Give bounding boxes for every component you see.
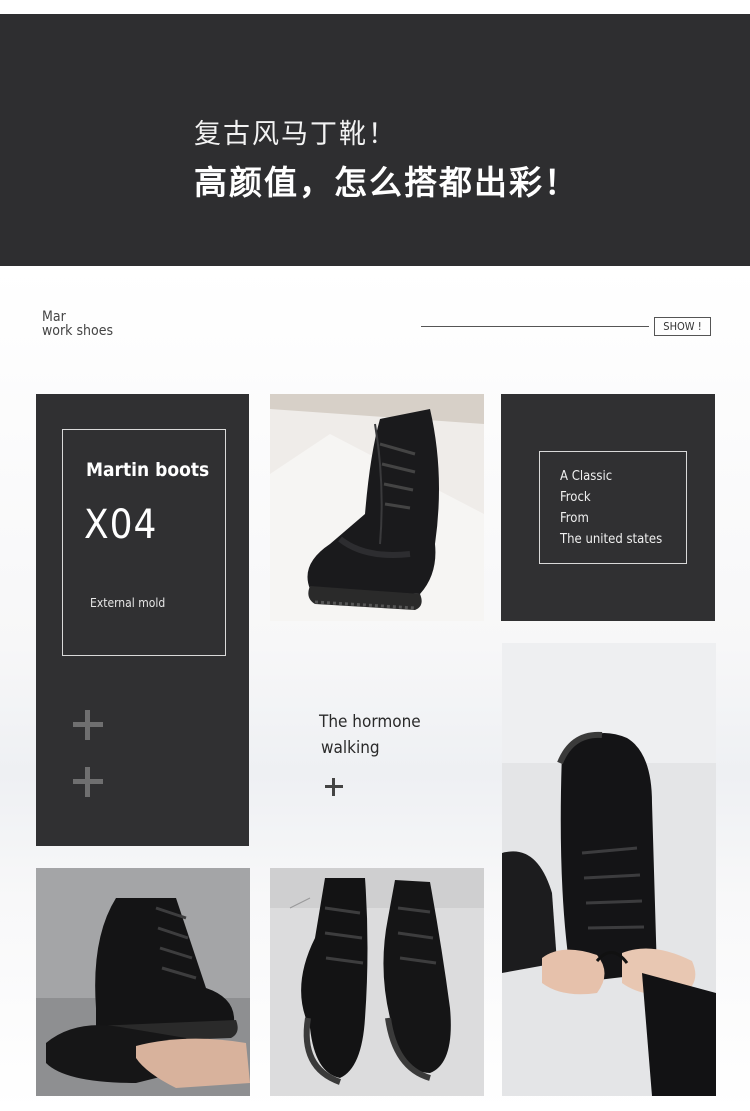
card-caption: External mold — [90, 596, 166, 610]
divider-line — [421, 326, 649, 327]
model-code: X04 — [84, 502, 158, 548]
boot-photo-lacing — [502, 643, 716, 1096]
boot-photo-hand — [36, 868, 250, 1096]
card-title: Martin boots — [86, 459, 210, 481]
boot-photo-top — [270, 394, 484, 621]
card-frame — [539, 451, 687, 564]
section-subtitle-line1: Mar — [42, 309, 66, 325]
plus-icon — [73, 710, 103, 740]
banner-subheadline: 高颜值，怎么搭都出彩！ — [194, 163, 579, 202]
card-line-4: The united states — [560, 532, 663, 547]
show-badge: SHOW ! — [654, 317, 711, 336]
classic-frock-card: A Classic Frock From The united states — [501, 394, 715, 621]
card-line-3: From — [560, 511, 589, 526]
card-line-2: Frock — [560, 490, 591, 505]
plus-icon — [73, 767, 103, 797]
banner-headline: 复古风马丁靴！ — [194, 119, 397, 150]
tagline-line2: walking — [321, 738, 380, 758]
section-subtitle-line2: work shoes — [42, 323, 114, 339]
tagline-line1: The hormone — [319, 712, 421, 732]
boot-photo-pair — [270, 868, 484, 1096]
plus-icon — [325, 778, 343, 796]
martin-boots-card: Martin boots X04 External mold — [36, 394, 249, 846]
card-line-1: A Classic — [560, 469, 613, 484]
top-banner: 复古风马丁靴！ 高颜值，怎么搭都出彩！ — [0, 14, 750, 266]
